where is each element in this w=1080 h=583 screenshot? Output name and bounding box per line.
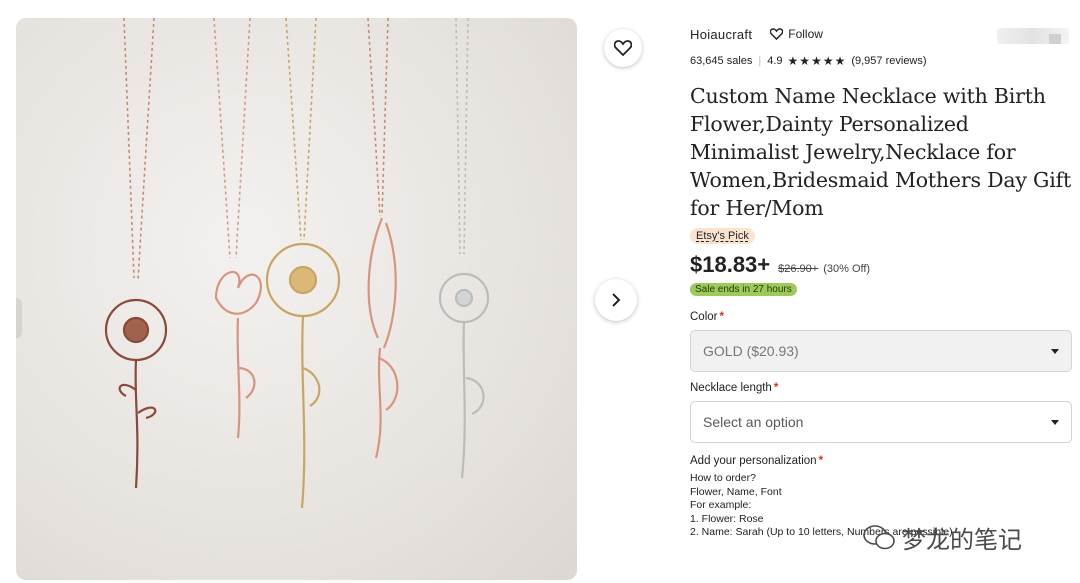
blurred-area xyxy=(997,28,1069,44)
original-price: $26.90+ xyxy=(778,263,819,275)
color-label: Color * xyxy=(690,311,724,323)
current-price: $18.83+ xyxy=(690,252,771,277)
chevron-right-icon xyxy=(612,293,621,307)
necklaces-illustration xyxy=(104,18,490,509)
rating-value: 4.9 xyxy=(767,55,783,67)
etsys-pick-badge[interactable]: Etsy's Pick xyxy=(690,228,755,244)
shop-row: Hoiaucraft Follow xyxy=(690,24,1072,44)
sale-ends-badge: Sale ends in 27 hours xyxy=(690,283,797,296)
instruction-line: How to order? xyxy=(690,472,756,484)
heart-icon xyxy=(770,28,784,40)
caret-down-icon xyxy=(1051,419,1059,425)
caret-down-icon xyxy=(1051,348,1059,354)
watermark-text: 梦龙的笔记 xyxy=(902,527,1022,554)
length-field: Necklace length * Select an option xyxy=(690,382,1072,443)
color-select[interactable]: GOLD ($20.93) xyxy=(690,330,1072,372)
review-count[interactable]: (9,957 reviews) xyxy=(851,55,926,67)
instruction-line: Flower, Name, Font xyxy=(690,485,782,498)
instruction-line: For example: xyxy=(690,499,752,511)
length-label: Necklace length * xyxy=(690,382,779,394)
favorite-button[interactable] xyxy=(604,29,642,67)
prev-image-edge[interactable] xyxy=(16,298,22,338)
shop-name[interactable]: Hoiaucraft xyxy=(690,27,752,42)
follow-button[interactable]: Follow xyxy=(770,27,823,41)
sales-count: 63,645 sales xyxy=(690,55,753,67)
star-rating-icon: ★★★★★ xyxy=(787,54,847,68)
length-select[interactable]: Select an option xyxy=(690,401,1072,443)
product-details: Hoiaucraft Follow 63,645 sales | 4.9 ★★★… xyxy=(690,24,1072,540)
shop-stats: 63,645 sales | 4.9 ★★★★★ (9,957 reviews) xyxy=(690,54,1072,68)
heart-icon xyxy=(614,40,632,56)
follow-label: Follow xyxy=(788,27,823,41)
length-select-placeholder: Select an option xyxy=(703,414,804,430)
watermark: 梦龙的笔记 xyxy=(862,520,1022,555)
discount-label: (30% Off) xyxy=(823,263,871,275)
divider: | xyxy=(758,55,762,67)
wechat-icon xyxy=(863,524,895,549)
price-row: $18.83+ $26.90+ (30% Off) xyxy=(690,252,1072,278)
personalization-label: Add your personalization * xyxy=(690,455,824,467)
product-image[interactable] xyxy=(16,18,577,580)
next-image-button[interactable] xyxy=(595,279,637,321)
color-field: Color * GOLD ($20.93) xyxy=(690,311,1072,372)
product-title: Custom Name Necklace with Birth Flower,D… xyxy=(690,84,1072,220)
color-select-value: GOLD ($20.93) xyxy=(703,343,799,359)
